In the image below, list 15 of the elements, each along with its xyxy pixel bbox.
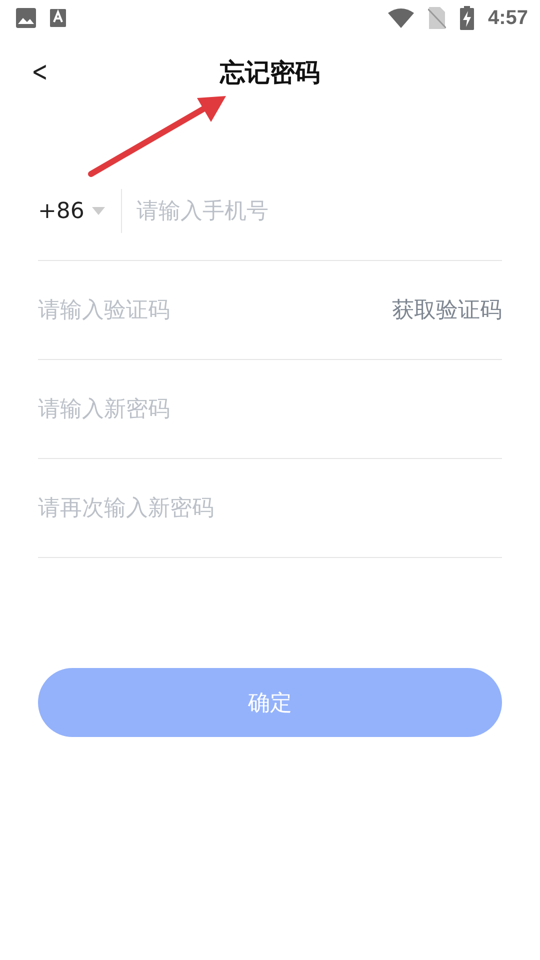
battery-charging-icon (460, 6, 474, 30)
dropdown-icon[interactable] (92, 207, 106, 215)
page-title: 忘记密码 (220, 56, 320, 88)
back-button[interactable]: < (27, 54, 52, 90)
input-field[interactable]: 请输入验证码 (38, 290, 382, 330)
get-code-button[interactable]: 获取验证码 (392, 295, 502, 325)
input-field[interactable]: 请再次输入新密码 (38, 488, 502, 528)
no-sim-icon (428, 7, 446, 29)
country-code[interactable]: +86 (38, 198, 84, 224)
font-icon (50, 9, 66, 27)
input-field[interactable]: 请输入新密码 (38, 389, 502, 429)
gallery-icon (16, 8, 36, 28)
clock-time: 4:57 (488, 6, 528, 30)
input-field[interactable]: 请输入手机号 (136, 191, 502, 231)
wifi-icon (388, 8, 414, 28)
